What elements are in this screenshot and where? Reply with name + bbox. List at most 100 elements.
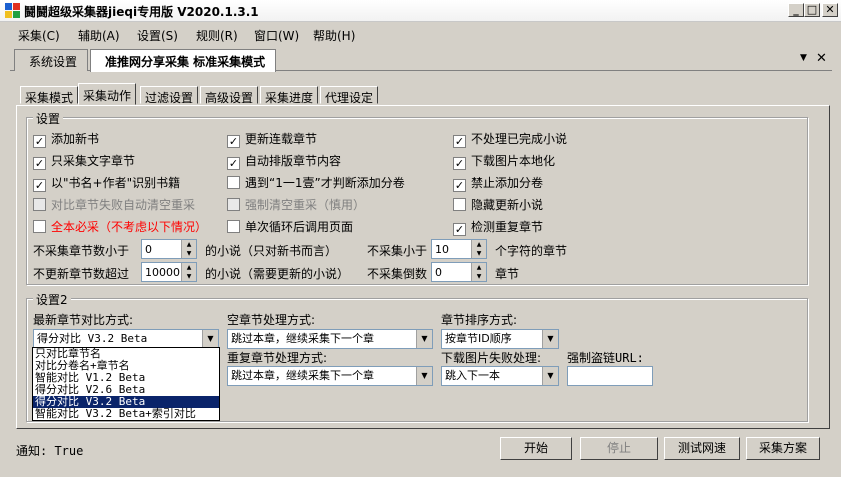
- settings2-group-title: 设置2: [33, 291, 71, 308]
- image-fail-value: 跳入下一本: [445, 369, 500, 382]
- menu-rules[interactable]: 规则(R): [196, 27, 238, 44]
- tab-collect-action[interactable]: 采集动作: [78, 83, 137, 105]
- checkbox-must-collect-full[interactable]: 全本必采（不考虑以下情况）: [33, 219, 207, 235]
- checkbox-box: ✓: [227, 157, 240, 170]
- min-chars-label: 不采集小于: [367, 244, 428, 258]
- empty-chapter-value: 跳过本章，继续采集下一个章: [231, 332, 374, 345]
- doc-tab-collect-mode[interactable]: 准推网分享采集 标准采集模式: [90, 49, 277, 72]
- menu-assist[interactable]: 辅助(A): [78, 27, 120, 44]
- checkbox-call-page-after-loop[interactable]: 单次循环后调用页面: [227, 219, 353, 235]
- checkbox-box: ✓: [227, 135, 240, 148]
- checkbox-add-new-book[interactable]: ✓ 添加新书: [33, 131, 99, 148]
- checkbox-box: [33, 198, 46, 211]
- checkbox-update-chapters[interactable]: ✓ 更新连载章节: [227, 131, 317, 148]
- min-chars-suffix: 个字符的章节: [495, 244, 568, 258]
- chevron-down-icon[interactable]: ▼: [202, 330, 218, 348]
- checkbox-box: ✓: [453, 223, 466, 236]
- tab-advanced-settings[interactable]: 高级设置: [200, 86, 259, 105]
- skip-last-label: 不采集倒数: [367, 267, 428, 281]
- checkbox-auto-clear-on-fail: 对比章节失败自动清空重采: [33, 197, 195, 213]
- menu-settings[interactable]: 设置(S): [137, 27, 178, 44]
- checkbox-box: [453, 198, 466, 211]
- chevron-down-icon[interactable]: ▼: [542, 330, 558, 348]
- duplicate-chapter-value: 跳过本章，继续采集下一个章: [231, 369, 374, 382]
- chapter-order-label: 章节排序方式:: [441, 313, 518, 327]
- tab-proxy-settings[interactable]: 代理设定: [320, 86, 379, 105]
- close-button[interactable]: ✕: [822, 3, 838, 17]
- chevron-down-icon[interactable]: ▼: [542, 367, 558, 385]
- menu-collect[interactable]: 采集(C): [18, 27, 60, 44]
- checkbox-box: [227, 198, 240, 211]
- settings-group-title: 设置: [33, 110, 64, 127]
- spin-down-icon[interactable]: ▼: [182, 249, 196, 258]
- checkbox-box: ✓: [33, 179, 46, 192]
- skip-last-suffix: 章节: [495, 267, 520, 281]
- spin-down-icon[interactable]: ▼: [182, 272, 196, 281]
- checkbox-box: [227, 176, 240, 189]
- checkbox-box: ✓: [33, 157, 46, 170]
- spin-up-icon[interactable]: ▲: [472, 263, 486, 272]
- empty-chapter-label: 空章节处理方式:: [227, 313, 316, 327]
- title-bar: 鬪鬪超级采集器jieqi专用版 V2020.1.3.1 _ □ ✕: [0, 0, 841, 22]
- tab-dropdown-icon[interactable]: ▼: [800, 53, 807, 63]
- checkbox-box: ✓: [453, 179, 466, 192]
- checkbox-detect-duplicates[interactable]: ✓ 检测重复章节: [453, 219, 543, 236]
- test-speed-button[interactable]: 测试网速: [664, 437, 740, 460]
- app-icon: [5, 3, 20, 18]
- compare-method-label: 最新章节对比方式:: [33, 313, 134, 327]
- checkbox-no-volumes[interactable]: ✓ 禁止添加分卷: [453, 175, 543, 192]
- status-text: 通知: True: [16, 444, 84, 458]
- duplicate-chapter-label: 重复章节处理方式:: [227, 351, 328, 365]
- hotlink-url-input[interactable]: [567, 366, 653, 386]
- min-chapters-suffix: 的小说（只对新书而言）: [205, 244, 338, 258]
- doc-tab-system-settings[interactable]: 系统设置: [14, 49, 89, 71]
- min-chapters-label: 不采集章节数小于: [33, 244, 130, 258]
- max-chapters-label: 不更新章节数超过: [33, 267, 130, 281]
- min-chapters-stepper[interactable]: ▲▼: [141, 239, 197, 259]
- image-fail-select[interactable]: 跳入下一本 ▼: [441, 366, 559, 386]
- tab-close-icon[interactable]: ✕: [816, 51, 827, 66]
- maximize-button[interactable]: □: [804, 3, 820, 17]
- tab-collect-progress[interactable]: 采集进度: [260, 86, 319, 105]
- skip-last-stepper[interactable]: ▲▼: [431, 262, 487, 282]
- spin-down-icon[interactable]: ▼: [472, 272, 486, 281]
- checkbox-identify-by-name-author[interactable]: ✓ 以"书名+作者"识别书籍: [33, 175, 180, 192]
- checkbox-localize-images[interactable]: ✓ 下载图片本地化: [453, 153, 555, 170]
- spin-up-icon[interactable]: ▲: [472, 240, 486, 249]
- image-fail-label: 下载图片失败处理:: [441, 351, 542, 365]
- start-button[interactable]: 开始: [500, 437, 572, 460]
- min-chars-stepper[interactable]: ▲▼: [431, 239, 487, 259]
- checkbox-box: [227, 220, 240, 233]
- tab-collect-mode[interactable]: 采集模式: [20, 86, 79, 105]
- checkbox-auto-layout[interactable]: ✓ 自动排版章节内容: [227, 153, 341, 170]
- chevron-down-icon[interactable]: ▼: [416, 367, 432, 385]
- menu-help[interactable]: 帮助(H): [313, 27, 355, 44]
- tab-filter-settings[interactable]: 过滤设置: [140, 86, 199, 105]
- stop-button[interactable]: 停止: [580, 437, 658, 460]
- compare-method-dropdown-list[interactable]: 只对比章节名 对比分卷名+章节名 智能对比 V1.2 Beta 得分对比 V2.…: [32, 347, 220, 421]
- chevron-down-icon[interactable]: ▼: [416, 330, 432, 348]
- window-title: 鬪鬪超级采集器jieqi专用版 V2020.1.3.1: [24, 5, 259, 19]
- dropdown-option[interactable]: 智能对比 V3.2 Beta+索引对比: [33, 408, 219, 420]
- collect-plan-button[interactable]: 采集方案: [746, 437, 820, 460]
- checkbox-text-only[interactable]: ✓ 只采集文字章节: [33, 153, 135, 170]
- duplicate-chapter-select[interactable]: 跳过本章，继续采集下一个章 ▼: [227, 366, 433, 386]
- checkbox-force-clear: 强制清空重采（慎用）: [227, 197, 365, 213]
- document-tab-strip: 系统设置 准推网分享采集 标准采集模式 ▼ ✕: [10, 49, 832, 72]
- spin-up-icon[interactable]: ▲: [182, 263, 196, 272]
- chapter-order-value: 按章节ID顺序: [445, 332, 512, 345]
- max-chapters-suffix: 的小说（需要更新的小说）: [205, 267, 350, 281]
- checkbox-volume-detect[interactable]: 遇到“1一1壹”才判断添加分卷: [227, 175, 405, 191]
- menu-window[interactable]: 窗口(W): [254, 27, 299, 44]
- checkbox-hide-updates[interactable]: 隐藏更新小说: [453, 197, 543, 213]
- checkbox-box: ✓: [33, 135, 46, 148]
- chapter-order-select[interactable]: 按章节ID顺序 ▼: [441, 329, 559, 349]
- spin-up-icon[interactable]: ▲: [182, 240, 196, 249]
- spin-down-icon[interactable]: ▼: [472, 249, 486, 258]
- empty-chapter-select[interactable]: 跳过本章，继续采集下一个章 ▼: [227, 329, 433, 349]
- settings-group: 设置 ✓ 添加新书 ✓ 只采集文字章节 ✓ 以"书名+作者"识别书籍 对比章节失败自动…: [26, 110, 808, 285]
- compare-method-select[interactable]: 得分对比 V3.2 Beta ▼: [33, 329, 219, 349]
- max-chapters-stepper[interactable]: ▲▼: [141, 262, 197, 282]
- checkbox-skip-finished[interactable]: ✓ 不处理已完成小说: [453, 131, 567, 148]
- minimize-button[interactable]: _: [788, 3, 804, 17]
